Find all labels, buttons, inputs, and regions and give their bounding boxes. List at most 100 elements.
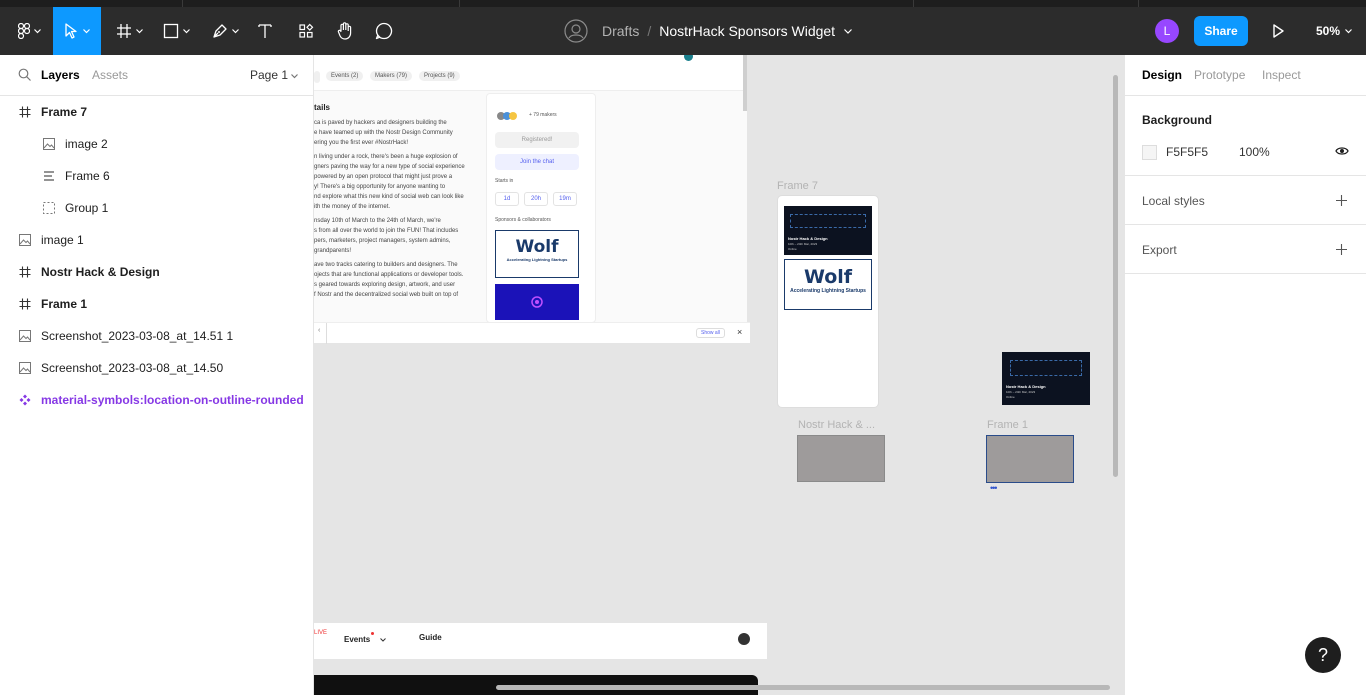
chevron-down-icon — [33, 28, 41, 33]
starts-in-label: Starts in — [495, 178, 514, 184]
file-name[interactable]: NostrHack Sponsors Widget — [659, 23, 835, 39]
nav-events: Events — [344, 635, 371, 644]
tab-inspect[interactable]: Inspect — [1262, 68, 1301, 82]
layer-row-frame-6[interactable]: Frame 6 — [0, 160, 313, 192]
present-button[interactable] — [1268, 21, 1288, 46]
layer-label: Screenshot_2023-03-08_at_14.50 — [41, 361, 224, 375]
pen-tool-button[interactable] — [204, 7, 246, 55]
banner-online: Online — [1006, 395, 1015, 399]
sponsor-logo-2 — [495, 284, 579, 320]
layer-row-frame-7[interactable]: Frame 7 — [0, 96, 313, 128]
details-line: s from all over the world to join the FU… — [314, 228, 459, 234]
banner-title: Nostr Hack & Design — [1006, 384, 1046, 389]
layer-row-image-1[interactable]: image 1 — [0, 224, 313, 256]
right-panel-tabs: Design Prototype Inspect — [1125, 55, 1366, 96]
layer-label: material-symbols:location-on-outline-rou… — [41, 393, 304, 407]
resources-tool-button[interactable] — [290, 7, 322, 55]
layer-label: Nostr Hack & Design — [41, 265, 160, 279]
banner-title: Nostr Hack & Design — [788, 236, 828, 241]
rectangle-icon — [163, 23, 178, 39]
wolf-logo-text: Wolf — [515, 237, 559, 257]
tab-pill — [314, 71, 320, 83]
frame-1-label[interactable]: Frame 1 — [987, 419, 1028, 431]
frame-tool-button[interactable] — [108, 7, 150, 55]
layer-row-screenshot-1451[interactable]: Screenshot_2023-03-08_at_14.51 1 — [0, 320, 313, 352]
layer-row-image-2[interactable]: image 2 — [0, 128, 313, 160]
frame-icon — [18, 297, 32, 311]
nostr-hack-banner[interactable]: Nostr Hack & Design 10th – 24th Mar, 202… — [1002, 352, 1090, 405]
horizontal-scrollbar[interactable] — [496, 685, 1110, 690]
layer-row-frame-1[interactable]: Frame 1 — [0, 288, 313, 320]
layer-label: Frame 7 — [41, 105, 88, 119]
frame-7-label[interactable]: Frame 7 — [777, 180, 818, 192]
screenshot-event-details[interactable]: Events (2) Makers (79) Projects (9) tail… — [314, 55, 747, 323]
sponsor-swirl-icon — [531, 296, 543, 308]
tab-assets[interactable]: Assets — [92, 68, 128, 82]
text-tool-button[interactable] — [250, 7, 280, 55]
chevron-down-icon — [291, 74, 299, 79]
event-sidebar-card: + 79 makers Registered! Join the chat St… — [486, 93, 596, 323]
page-selector-label: Page 1 — [250, 68, 289, 82]
tab-design[interactable]: Design — [1142, 68, 1182, 82]
layers-panel: Layers Assets Page 1 Frame 7 image 2 Fra… — [0, 55, 314, 695]
hand-tool-button[interactable] — [330, 7, 360, 55]
layer-label: Frame 6 — [65, 169, 110, 183]
breadcrumb-drafts-link[interactable]: Drafts — [602, 23, 639, 39]
move-tool-button[interactable] — [53, 7, 101, 55]
frame-nostr-label[interactable]: Nostr Hack & ... — [798, 419, 875, 431]
vertical-scrollbar[interactable] — [1113, 75, 1118, 477]
frame-icon — [18, 105, 32, 119]
team-avatar-icon[interactable] — [564, 19, 588, 43]
background-hex[interactable]: F5F5F5 — [1166, 145, 1208, 159]
frame-nostr-hack[interactable] — [797, 435, 885, 482]
auto-layout-icon — [42, 169, 56, 183]
details-line: pers, marketers, project managers, syste… — [314, 238, 451, 244]
layer-label: Screenshot_2023-03-08_at_14.51 1 — [41, 329, 234, 343]
comment-tool-button[interactable] — [369, 7, 399, 55]
details-title: tails — [314, 103, 331, 112]
details-line: ering you the first ever #NostrHack! — [314, 140, 409, 146]
layer-label: image 1 — [41, 233, 84, 247]
frame-7[interactable]: Nostr Hack & Design 10th – 24th Mar, 202… — [777, 195, 879, 408]
shape-tool-button[interactable] — [155, 7, 197, 55]
divider — [326, 323, 327, 344]
banner-online: Online — [788, 247, 797, 251]
screenshot-nav-bar[interactable]: LIVE Events Guide — [314, 623, 767, 659]
eye-icon[interactable] — [1335, 146, 1349, 156]
user-avatar[interactable]: L — [1155, 19, 1179, 43]
page-selector[interactable]: Page 1 — [250, 68, 299, 82]
frame-1[interactable] — [986, 435, 1074, 483]
plus-icon[interactable] — [1336, 195, 1347, 206]
close-icon: × — [737, 327, 743, 337]
layer-row-material-symbols[interactable]: material-symbols:location-on-outline-rou… — [0, 384, 313, 416]
tab-prototype[interactable]: Prototype — [1194, 68, 1245, 82]
search-icon[interactable] — [18, 68, 32, 82]
layer-row-group-1[interactable]: Group 1 — [0, 192, 313, 224]
zoom-dropdown[interactable]: 50% — [1316, 7, 1352, 55]
status-dot — [684, 55, 693, 61]
layer-row-nostr-hack-design[interactable]: Nostr Hack & Design — [0, 256, 313, 288]
more-indicator: ••• — [990, 483, 998, 493]
event-tabs-bar: Events (2) Makers (79) Projects (9) — [314, 55, 747, 91]
main-menu-button[interactable] — [6, 7, 52, 55]
design-canvas[interactable]: Events (2) Makers (79) Projects (9) tail… — [314, 55, 1124, 695]
details-line: ave two tracks catering to builders and … — [314, 262, 458, 268]
background-swatch[interactable] — [1142, 145, 1157, 160]
details-line: ojects that are functional applications … — [314, 272, 464, 278]
help-button[interactable]: ? — [1305, 637, 1341, 673]
layer-row-screenshot-1450[interactable]: Screenshot_2023-03-08_at_14.50 — [0, 352, 313, 384]
tab-layers[interactable]: Layers — [41, 68, 80, 82]
background-opacity[interactable]: 100% — [1239, 145, 1270, 159]
window-tab-strip — [0, 0, 1366, 7]
details-line: nd explore what this new kind of social … — [314, 194, 464, 200]
chevron-down-icon — [380, 638, 386, 642]
image-icon — [18, 361, 32, 375]
zoom-value: 50% — [1316, 24, 1341, 38]
plus-icon[interactable] — [1336, 244, 1347, 255]
tab-divider — [459, 0, 460, 7]
scrollbar-thumb[interactable] — [743, 55, 747, 111]
share-button[interactable]: Share — [1194, 16, 1248, 46]
image-icon — [18, 329, 32, 343]
breadcrumb: Drafts / NostrHack Sponsors Widget — [564, 7, 853, 55]
chevron-down-icon[interactable] — [844, 28, 853, 34]
